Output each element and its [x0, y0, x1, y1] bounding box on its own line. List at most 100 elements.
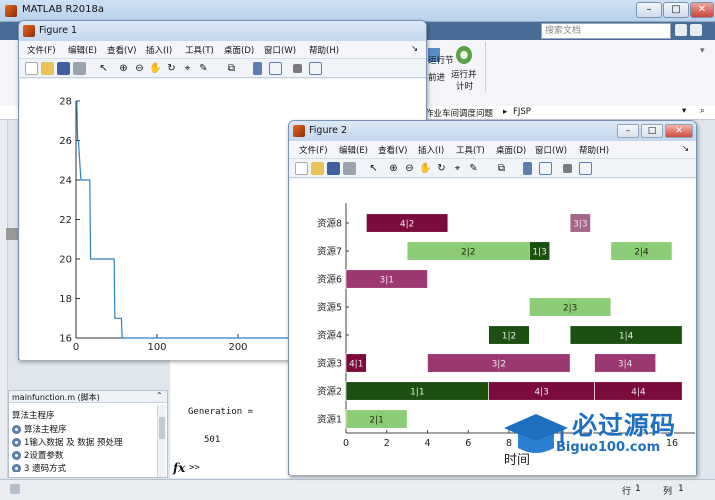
hide-plot-tools-icon[interactable]: [293, 64, 302, 73]
run-timed-icon[interactable]: [456, 46, 472, 64]
list-item[interactable]: 算法主程序: [12, 423, 67, 435]
menu-window[interactable]: 窗口(W): [264, 44, 296, 56]
menu-desktop[interactable]: 桌面(D): [496, 144, 526, 156]
menu-dock-icon[interactable]: ↘: [682, 144, 689, 154]
panel-collapse-handle[interactable]: [6, 228, 18, 240]
scrollbar[interactable]: [157, 405, 166, 477]
new-figure-icon[interactable]: [295, 162, 308, 175]
search-documentation-input[interactable]: 搜索文档: [541, 23, 671, 39]
colorbar-icon[interactable]: [523, 162, 532, 175]
figure2-minimize-button[interactable]: –: [617, 124, 639, 138]
y-tick-label: 26: [59, 136, 72, 147]
menu-window[interactable]: 窗口(W): [535, 144, 567, 156]
open-file-icon[interactable]: [311, 162, 324, 175]
y-tick-label: 20: [59, 255, 72, 266]
y-tick-label: 24: [59, 176, 72, 187]
menu-tools[interactable]: 工具(T): [456, 144, 485, 156]
collapse-ribbon-icon[interactable]: ▾: [700, 46, 710, 56]
pointer-icon[interactable]: ↖: [97, 62, 110, 75]
gantt-bar-label: 3|2: [492, 360, 506, 370]
menu-tools[interactable]: 工具(T): [185, 44, 214, 56]
list-item[interactable]: 2设置参数: [12, 449, 63, 461]
menu-insert[interactable]: 插入(I): [418, 144, 444, 156]
menu-insert[interactable]: 插入(I): [146, 44, 172, 56]
resource-label: 资源5: [317, 303, 342, 314]
menu-help[interactable]: 帮助(H): [309, 44, 339, 56]
gantt-bar-label: 1|1: [410, 388, 424, 398]
run-timed-label-1[interactable]: 运行并: [451, 68, 477, 80]
pointer-icon[interactable]: ↖: [367, 162, 380, 175]
minimize-button[interactable]: –: [636, 2, 662, 18]
save-icon[interactable]: [57, 62, 70, 75]
figure2-title-bar[interactable]: Figure 2 – □ ✕: [289, 121, 696, 141]
figure2-close-button[interactable]: ✕: [665, 124, 693, 138]
menu-edit[interactable]: 编辑(E): [339, 144, 368, 156]
legend-icon[interactable]: [539, 162, 552, 175]
maximize-button[interactable]: □: [663, 2, 689, 18]
list-item[interactable]: 3 遗码方式: [12, 462, 66, 472]
section-icon: [12, 451, 21, 460]
advance-label[interactable]: 前进: [428, 71, 445, 83]
command-prompt[interactable]: >>: [189, 463, 200, 473]
colorbar-icon[interactable]: [253, 62, 262, 75]
menu-file[interactable]: 文件(F): [27, 44, 56, 56]
path-dropdown-icon[interactable]: ▾: [682, 106, 686, 116]
zoom-in-icon[interactable]: ⊕: [117, 62, 130, 75]
list-item[interactable]: 1输入数据 及 数据 预处理: [12, 436, 123, 448]
figure1-title-bar[interactable]: Figure 1: [19, 21, 426, 41]
pan-icon[interactable]: ✋: [149, 62, 162, 75]
file-details-header: mainfunction.m (脚本) ⌃: [9, 391, 167, 403]
data-cursor-icon[interactable]: ⌖: [181, 62, 194, 75]
figure2-maximize-button[interactable]: □: [641, 124, 663, 138]
scrollbar-thumb[interactable]: [159, 417, 165, 439]
close-button[interactable]: ✕: [690, 2, 714, 18]
print-icon[interactable]: [73, 62, 86, 75]
search-icon[interactable]: [675, 24, 687, 36]
panel-collapse-icon[interactable]: ⌃: [156, 391, 163, 400]
hide-plot-tools-icon[interactable]: [563, 164, 572, 173]
brush-icon[interactable]: ✎: [197, 62, 210, 75]
menu-help[interactable]: 帮助(H): [579, 144, 609, 156]
menu-view[interactable]: 查看(V): [378, 144, 407, 156]
matlab-title-bar: MATLAB R2018a – □ ✕: [0, 0, 715, 22]
zoom-out-icon[interactable]: ⊖: [403, 162, 416, 175]
row-value: 1: [635, 484, 641, 494]
show-plot-tools-icon[interactable]: [309, 62, 322, 75]
path-segment[interactable]: 作业车间调度问题: [425, 107, 493, 119]
legend-icon[interactable]: [269, 62, 282, 75]
user-icon[interactable]: [690, 24, 702, 36]
x-tick-label: 0: [343, 438, 349, 449]
menu-file[interactable]: 文件(F): [299, 144, 328, 156]
brush-icon[interactable]: ✎: [467, 162, 480, 175]
link-plot-icon[interactable]: ⧉: [225, 62, 238, 75]
zoom-in-icon[interactable]: ⊕: [387, 162, 400, 175]
x-tick-label: 0: [73, 342, 79, 353]
fx-icon[interactable]: fx: [173, 461, 185, 475]
path-separator-icon: ▸: [503, 107, 508, 117]
figure2-toolbar: ↖ ⊕ ⊖ ✋ ↻ ⌖ ✎ ⧉: [289, 158, 696, 178]
rotate-icon[interactable]: ↻: [165, 62, 178, 75]
watermark-url: Biguo100.com: [556, 440, 661, 455]
show-plot-tools-icon[interactable]: [579, 162, 592, 175]
data-cursor-icon[interactable]: ⌖: [451, 162, 464, 175]
path-current[interactable]: FJSP: [513, 107, 531, 117]
zoom-out-icon[interactable]: ⊖: [133, 62, 146, 75]
rotate-icon[interactable]: ↻: [435, 162, 448, 175]
status-bar: 行 1 列 1: [0, 479, 715, 500]
link-plot-icon[interactable]: ⧉: [495, 162, 508, 175]
menu-edit[interactable]: 编辑(E): [68, 44, 97, 56]
open-file-icon[interactable]: [41, 62, 54, 75]
run-section-label[interactable]: 运行节: [428, 54, 454, 66]
save-icon[interactable]: [327, 162, 340, 175]
x-tick-label: 2: [384, 438, 390, 449]
new-figure-icon[interactable]: [25, 62, 38, 75]
search-folder-icon[interactable]: ⌕: [700, 106, 705, 116]
pan-icon[interactable]: ✋: [419, 162, 432, 175]
command-window[interactable]: Generation = 501 fx >>: [170, 340, 290, 478]
command-output-value: 501: [204, 435, 221, 445]
menu-desktop[interactable]: 桌面(D): [224, 44, 254, 56]
menu-view[interactable]: 查看(V): [107, 44, 136, 56]
menu-dock-icon[interactable]: ↘: [411, 44, 418, 54]
print-icon[interactable]: [343, 162, 356, 175]
run-timed-label-2[interactable]: 计时: [456, 80, 473, 92]
